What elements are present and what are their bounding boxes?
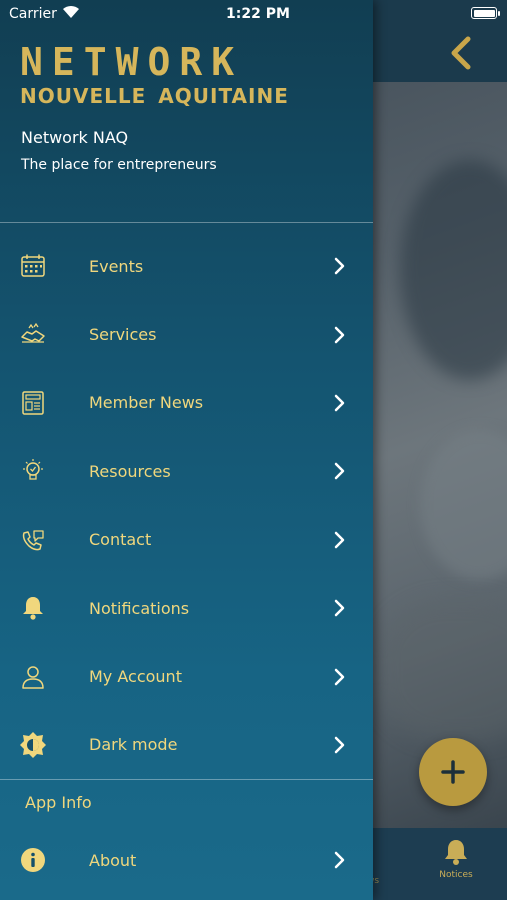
chevron-right-icon [334, 257, 345, 275]
back-chevron-icon[interactable] [448, 36, 474, 70]
menu-item-services[interactable]: Services [0, 300, 373, 368]
newspaper-icon [20, 390, 46, 416]
drawer-menu: Events Services Member News Resources Co… [0, 232, 373, 779]
side-drawer: NETWORK NOUVELLE AQUITAINE Network NAQ T… [0, 0, 373, 900]
menu-label: Events [89, 256, 144, 276]
handshake-icon [20, 322, 46, 348]
menu-item-member-news[interactable]: Member News [0, 369, 373, 437]
menu-item-events[interactable]: Events [0, 232, 373, 300]
bell-icon [20, 595, 46, 621]
menu-label: Notifications [89, 598, 190, 618]
divider [0, 779, 373, 780]
background-photo-shape [420, 430, 507, 580]
calendar-icon [20, 253, 46, 279]
network-logo: NETWORK NOUVELLE AQUITAINE [20, 40, 288, 108]
menu-label: About [89, 850, 137, 870]
lightbulb-icon [20, 458, 46, 484]
chevron-right-icon [334, 668, 345, 685]
chevron-right-icon [334, 736, 345, 754]
divider [0, 222, 373, 223]
background-photo-shape [380, 600, 507, 740]
clock-time: 1:22 PM [226, 6, 290, 22]
logo-line2-right: AQUITAINE [158, 84, 289, 108]
battery-icon [471, 7, 500, 19]
logo-line2: NOUVELLE AQUITAINE [20, 84, 288, 108]
menu-item-resources[interactable]: Resources [0, 437, 373, 505]
status-bar: Carrier 1:22 PM [0, 0, 507, 28]
bell-icon [445, 840, 467, 865]
menu-item-about[interactable]: About [0, 826, 373, 894]
background-photo-shape [400, 160, 507, 380]
menu-item-dark-mode[interactable]: Dark mode [0, 711, 373, 779]
chevron-right-icon [334, 599, 345, 617]
menu-item-my-account[interactable]: My Account [0, 642, 373, 710]
menu-label: Dark mode [89, 735, 178, 755]
phone-chat-icon [20, 527, 46, 553]
menu-label: Resources [89, 461, 171, 481]
section-title-app-info: App Info [25, 793, 92, 812]
menu-label: Member News [89, 393, 204, 413]
chevron-right-icon [334, 463, 345, 480]
menu-item-notifications[interactable]: Notifications [0, 574, 373, 642]
tab-bar: ws Notices [367, 828, 507, 900]
menu-label: My Account [89, 667, 182, 687]
logo-line2-left: NOUVELLE [20, 84, 147, 108]
user-icon [20, 664, 46, 690]
menu-label: Services [89, 325, 157, 345]
wifi-icon [63, 5, 79, 18]
logo-line1: NETWORK [20, 40, 244, 84]
menu-label: Contact [89, 530, 152, 550]
chevron-right-icon [334, 531, 345, 548]
carrier-label: Carrier [9, 6, 57, 22]
menu-item-contact[interactable]: Contact [0, 506, 373, 574]
brightness-icon [20, 731, 46, 758]
tab-notices-label: Notices [439, 870, 473, 880]
org-name: Network NAQ [21, 128, 129, 147]
chevron-right-icon [334, 326, 345, 343]
info-icon [20, 847, 46, 873]
tab-notices[interactable]: Notices [428, 838, 484, 880]
plus-icon [441, 760, 465, 784]
chevron-right-icon [334, 394, 345, 412]
chevron-right-icon [334, 851, 345, 869]
add-button[interactable] [419, 738, 487, 806]
tagline: The place for entrepreneurs [21, 157, 217, 173]
